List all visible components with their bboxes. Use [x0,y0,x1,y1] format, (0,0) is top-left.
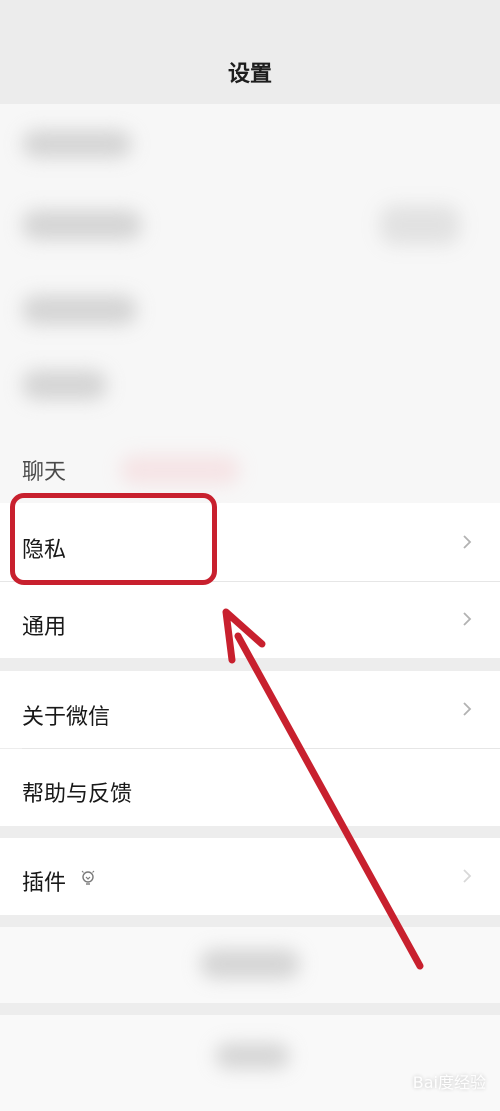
row-help[interactable]: 帮助与反馈 [0,749,500,826]
top-bar: 设置 [0,0,500,104]
blurred-row-bottom-2 [0,1015,500,1111]
row-help-label: 帮助与反馈 [22,782,133,807]
row-chat-label: 聊天 [22,460,67,485]
row-general-label: 通用 [22,615,67,640]
blurred-row-3 [22,295,137,325]
row-general[interactable]: 通用 [0,582,500,658]
annotation-highlight-box [10,493,217,585]
chevron-right-icon [463,702,472,716]
page-title: 设置 [227,62,272,87]
blurred-row-bottom-1 [0,927,500,1003]
chevron-right-icon [463,612,472,626]
chevron-right-icon [463,535,472,549]
blurred-red-smudge [120,455,240,485]
lightbulb-icon [81,870,95,885]
section-gap [0,915,500,927]
watermark: Bai度经验 [412,1073,486,1092]
chevron-right-icon [463,869,472,883]
row-plugins[interactable]: 插件 [0,838,500,915]
blurred-text [200,949,300,979]
blurred-row-2 [22,210,142,240]
blurred-avatar [380,205,460,245]
section-gap [0,1003,500,1015]
row-about-label: 关于微信 [22,705,111,730]
section-gap [0,658,500,671]
blurred-row-4 [22,370,107,400]
row-plugins-label: 插件 [22,871,67,896]
row-about[interactable]: 关于微信 [0,671,500,748]
blurred-text [215,1043,290,1069]
section-gap [0,826,500,838]
blurred-row-1 [22,130,132,158]
